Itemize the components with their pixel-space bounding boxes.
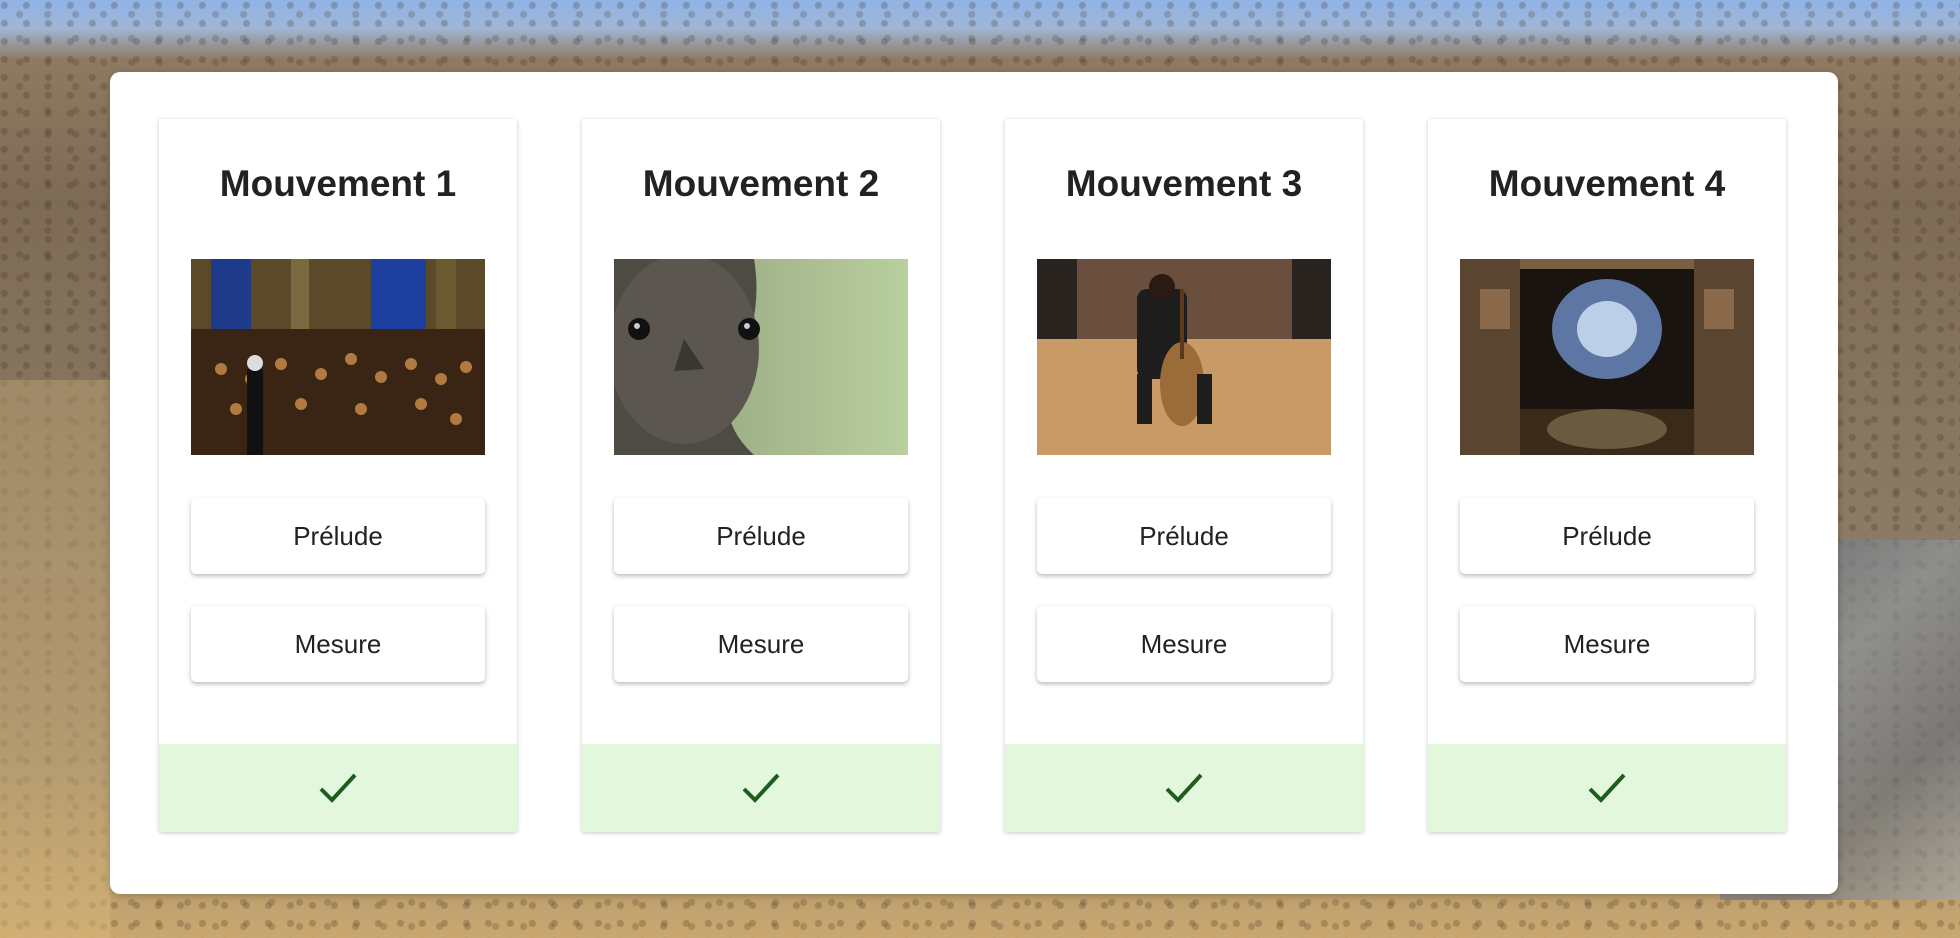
movement-card-2: Mouvement 2 Prélude Mesure (582, 119, 940, 832)
movements-panel: Mouvement 1 Prélude Mesure Mouvement 2 P… (110, 72, 1838, 894)
cellist-photo (1037, 259, 1331, 455)
movement-card-1: Mouvement 1 Prélude Mesure (159, 119, 517, 832)
movement-title: Mouvement 2 (642, 163, 880, 204)
check-icon (318, 771, 358, 805)
mesure-button[interactable]: Mesure (1460, 606, 1754, 682)
check-icon (1587, 771, 1627, 805)
status-footer (1005, 744, 1363, 832)
check-icon (741, 771, 781, 805)
status-footer (582, 744, 940, 832)
movement-card-4: Mouvement 4 Prélude Mesure (1428, 119, 1786, 832)
mesure-button[interactable]: Mesure (1037, 606, 1331, 682)
movement-title: Mouvement 3 (1065, 163, 1303, 204)
movement-title: Mouvement 4 (1488, 163, 1726, 204)
mesure-button[interactable]: Mesure (191, 606, 485, 682)
movement-title: Mouvement 1 (219, 163, 457, 204)
check-icon (1164, 771, 1204, 805)
background-structure (0, 380, 110, 938)
prelude-button[interactable]: Prélude (1460, 498, 1754, 574)
prelude-button[interactable]: Prélude (1037, 498, 1331, 574)
status-footer (1428, 744, 1786, 832)
mesure-button[interactable]: Mesure (614, 606, 908, 682)
prelude-button[interactable]: Prélude (614, 498, 908, 574)
bird-closeup-photo (614, 259, 908, 455)
ornate-ceiling-photo (1460, 259, 1754, 455)
movement-card-3: Mouvement 3 Prélude Mesure (1005, 119, 1363, 832)
movement-cards: Mouvement 1 Prélude Mesure Mouvement 2 P… (159, 119, 1789, 832)
orchestra-concert-photo (191, 259, 485, 455)
status-footer (159, 744, 517, 832)
prelude-button[interactable]: Prélude (191, 498, 485, 574)
